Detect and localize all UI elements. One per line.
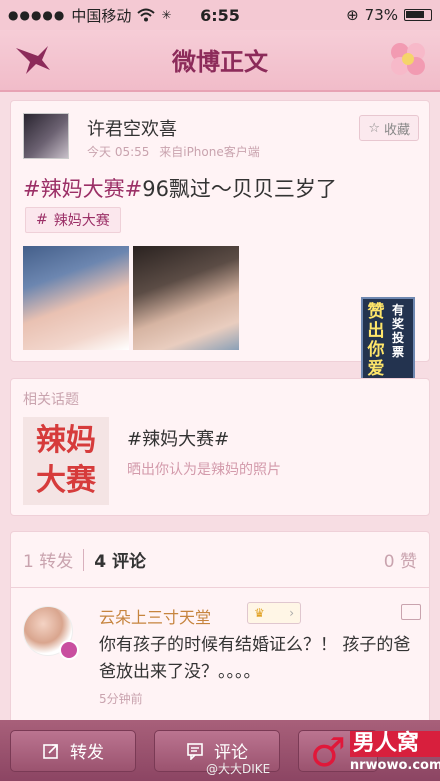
stats-row: 1 转发 4 评论 0 赞 (11, 532, 429, 588)
comments-card: 1 转发 4 评论 0 赞 云朵上三寸天堂 ♛ › 你有孩子的时候有结婚证么？！… (10, 531, 430, 736)
site-logo: ♂ 男人窝 nrwowo.com (310, 728, 440, 778)
comment-time: 5分钟前 (99, 692, 143, 706)
comment-menu-icon[interactable] (401, 604, 421, 620)
tab-likes[interactable]: 0 赞 (384, 547, 429, 572)
avatar[interactable] (23, 113, 69, 159)
comment-item: 云朵上三寸天堂 ♛ › 你有孩子的时候有结婚证么？！ 孩子的爸爸放出来了没？。。… (23, 598, 423, 728)
post-username[interactable]: 许君空欢喜 (87, 115, 177, 141)
topic-image-line2: 大赛 (36, 463, 96, 498)
comment-text: 你有孩子的时候有结婚证么？！ 孩子的爸爸放出来了没？。。。。 (99, 635, 411, 682)
post-body: 96飘过～贝贝三岁了 (142, 177, 337, 201)
topic-chip[interactable]: # 辣妈大赛 (25, 207, 121, 233)
page-title: 微博正文 (172, 48, 268, 76)
repost-button[interactable]: 转发 (10, 729, 136, 772)
favorite-label: 收藏 (383, 122, 410, 138)
logo-figure-icon: ♂ (310, 730, 346, 776)
flower-icon[interactable] (386, 38, 430, 80)
post-text: #辣妈大赛#96飘过～贝贝三岁了 (23, 173, 337, 203)
post-time: 今天 05:55 (87, 145, 150, 159)
related-label: 相关话题 (23, 392, 79, 408)
battery-icon (404, 9, 432, 21)
vip-badge-icon (59, 640, 79, 660)
hashtag-icon: # (36, 212, 48, 228)
nav-bar: 微博正文 (0, 30, 440, 92)
logo-en: nrwowo.com (349, 758, 440, 773)
topic-image-line1: 辣妈 (36, 423, 96, 458)
status-time: 6:55 (200, 5, 240, 25)
tab-comments[interactable]: 4 评论 (94, 547, 146, 572)
chevron-right-icon: › (289, 606, 294, 620)
level-badge[interactable]: ♛ › (247, 602, 301, 624)
tab-reposts[interactable]: 1 转发 (11, 547, 73, 572)
status-bar: ●●●●● 中国移动 ✳ 6:55 ⊕ 73% (0, 0, 440, 30)
favorite-button[interactable]: ☆ 收藏 (359, 115, 419, 141)
post-meta: 今天 05:55 来自iPhone客户端 (87, 143, 260, 160)
comment-username[interactable]: 云朵上三寸天堂 (99, 604, 211, 628)
weibo-watermark: @大大DIKE (206, 762, 271, 776)
post-photo-girl[interactable] (133, 246, 239, 350)
comment-icon (187, 742, 203, 760)
logo-cn: 男人窝 (349, 731, 440, 757)
logo-text: 男人窝 nrwowo.com (349, 731, 440, 775)
topic-chip-label: 辣妈大赛 (53, 213, 110, 229)
stats-divider (83, 548, 85, 571)
topic-image: 辣妈 大赛 (23, 417, 109, 505)
repost-icon (43, 743, 58, 759)
topic-name: #辣妈大赛# (127, 429, 230, 450)
post-topic-link[interactable]: #辣妈大赛# (23, 177, 142, 201)
repost-label: 转发 (70, 743, 104, 763)
post-photo-baby[interactable] (23, 246, 129, 350)
topic-description: 晒出你认为是辣妈的照片 (127, 462, 281, 478)
post-source: 来自iPhone客户端 (159, 145, 260, 159)
star-icon: ☆ (368, 120, 380, 136)
related-topic-card[interactable]: 相关话题 辣妈 大赛 #辣妈大赛# 晒出你认为是辣妈的照片 (10, 378, 430, 516)
crown-icon: ♛ (254, 606, 265, 620)
